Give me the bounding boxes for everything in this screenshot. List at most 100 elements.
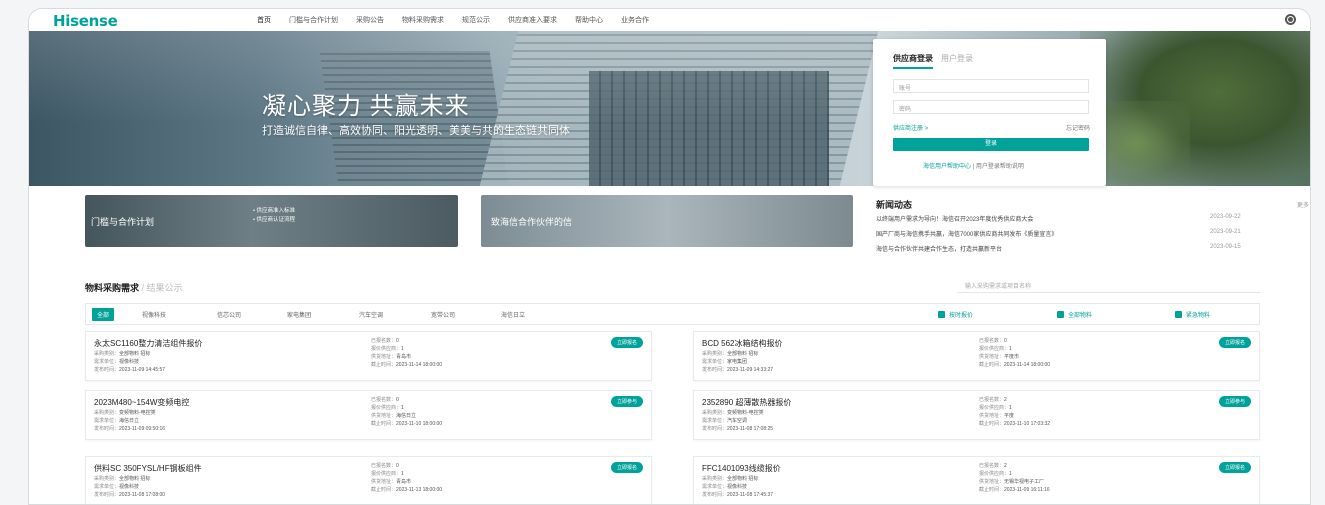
partner-letter-banner[interactable]: 致海信合作伙伴的信: [481, 195, 853, 247]
filter-appliance-group[interactable]: 家电集团: [287, 310, 311, 319]
nav-item-cooperation[interactable]: 业务合作: [621, 15, 649, 25]
meta-key: 截止时间：: [979, 421, 1005, 427]
meta-row: 采购类别：全部物料 招标: [94, 350, 165, 358]
news-item[interactable]: 海信与合作伙伴共建合作生态，打造共赢新平台: [876, 244, 1002, 253]
login-button[interactable]: 登录: [893, 138, 1089, 151]
nav-item-material-demand[interactable]: 物料采购需求: [402, 15, 444, 25]
card-action-button[interactable]: 立即报名: [1218, 462, 1251, 473]
meta-value: 无锡华视电子工厂: [1004, 479, 1045, 485]
card-meta-left: 采购类别：全部物料 招标 需求单位：视像科技 发布时间：2023-11-08 1…: [94, 475, 165, 499]
check-on-time-quote[interactable]: 按时报价: [938, 310, 973, 319]
meta-value: 0: [396, 397, 399, 403]
meta-value: 家电集团: [727, 359, 748, 365]
login-footer: 海信用户帮助中心 | 用户登录帮助说明: [923, 161, 1024, 170]
meta-row: 报价供应商：1: [979, 470, 1050, 478]
checkbox-icon: [1057, 311, 1064, 318]
procurement-title[interactable]: 物料采购需求: [85, 283, 139, 293]
meta-row: 报价供应商：1: [371, 404, 442, 412]
demand-card[interactable]: 永太SC1160整力清洁组件报价 立即报名 采购类别：全部物料 招标 需求单位：…: [85, 331, 652, 381]
meta-key: 报价供应商：: [979, 405, 1010, 411]
password-input[interactable]: 密码: [893, 100, 1089, 114]
demand-card[interactable]: FFC1401093线缆报价 立即报名 采购类别：全部物料 招标 需求单位：视像…: [693, 456, 1260, 504]
card-action-button[interactable]: 立即报名: [610, 337, 643, 348]
news-item[interactable]: 国产厂商与海信携手共赢，海信7000家供应商共同发布《质量宣言》: [876, 229, 1057, 238]
meta-value: 0: [396, 463, 399, 469]
filter-hitachi[interactable]: 海信日立: [501, 310, 525, 319]
card-title[interactable]: 永太SC1160整力清洁组件报价: [94, 338, 202, 349]
meta-row: 采购类别：变频物料-电控类: [702, 409, 773, 417]
meta-key: 已报名数：: [371, 463, 397, 469]
meta-value: 1: [401, 346, 404, 352]
forgot-password-link[interactable]: 忘记密码: [1066, 123, 1090, 132]
card-action-button[interactable]: 立即报名: [610, 462, 643, 473]
meta-row: 截止时间：2023-11-09 16:11:16: [979, 486, 1050, 494]
account-input[interactable]: 账号: [893, 79, 1089, 93]
card-title[interactable]: 2023M480~154W变频电控: [94, 397, 189, 408]
nav-item-announcements[interactable]: 采购公告: [356, 15, 384, 25]
meta-row: 需求单位：汽车空调: [702, 417, 773, 425]
card-title[interactable]: 供料SC 350FYSL/HF钢板组件: [94, 463, 202, 474]
card-meta-left: 采购类别：变频物料-电控类 需求单位：海信日立 发布时间：2023-11-09 …: [94, 409, 165, 433]
filter-xinxin[interactable]: 信芯公司: [217, 310, 241, 319]
demand-card[interactable]: 2023M480~154W变频电控 立即参与 采购类别：变频物料-电控类 需求单…: [85, 390, 652, 440]
checkbox-icon: [1175, 311, 1182, 318]
partnership-banner[interactable]: 门槛与合作计划 供应商准入标准 供应商认证流程: [85, 195, 458, 247]
search-input[interactable]: 输入采购需求或项目名称: [957, 277, 1260, 293]
demand-card[interactable]: 供料SC 350FYSL/HF钢板组件 立即报名 采购类别：全部物料 招标 需求…: [85, 456, 652, 504]
meta-value: 2023-11-08 17:08:25: [727, 426, 774, 432]
check-all-materials[interactable]: 全部物料: [1057, 310, 1092, 319]
card-action-button[interactable]: 立即报名: [1218, 337, 1251, 348]
meta-row: 供货地址：无锡华视电子工厂: [979, 478, 1050, 486]
card-meta-right: 已报名数：0 报价供应商：1 供货地址：青岛市 截止时间：2023-11-14 …: [371, 337, 442, 369]
list-item: 供应商准入标准: [253, 207, 295, 216]
meta-value: 视像科技: [727, 484, 748, 490]
help-center-link[interactable]: 海信用户帮助中心: [923, 164, 971, 170]
meta-key: 供货地址：: [979, 354, 1005, 360]
check-label: 全部物料: [1068, 313, 1093, 319]
tab-user-login[interactable]: 用户登录: [941, 53, 973, 69]
meta-value: 2023-11-09 09:50:16: [119, 426, 166, 432]
demand-card[interactable]: BCD 562冰箱结构报价 立即报名 采购类别：全部物料 招标 需求单位：家电集…: [693, 331, 1260, 381]
meta-value: 2023-11-14 18:00:00: [396, 362, 443, 368]
meta-value: 2023-11-09 14:33:27: [727, 367, 774, 373]
card-title[interactable]: 2352890 超薄散热器报价: [702, 397, 791, 408]
meta-value: 青岛市: [396, 479, 412, 485]
card-meta-right: 已报名数：2 报价供应商：1 供货地址：无锡华视电子工厂 截止时间：2023-1…: [979, 462, 1050, 494]
news-item[interactable]: 以终端用户需求为导向！海信召开2023年度优秀供应商大会: [876, 214, 1033, 223]
nav-item-supplier-requirements[interactable]: 供应商准入要求: [508, 15, 557, 25]
supplier-register-link[interactable]: 供应商注册 >: [893, 123, 928, 132]
news-date: 2023-09-22: [1210, 214, 1241, 220]
card-title[interactable]: FFC1401093线缆报价: [702, 463, 781, 474]
meta-row: 截止时间：2023-11-10 17:03:32: [979, 420, 1050, 428]
meta-key: 已报名数：: [979, 338, 1005, 344]
demand-card[interactable]: 2352890 超薄散热器报价 立即参与 采购类别：变频物料-电控类 需求单位：…: [693, 390, 1260, 440]
meta-key: 发布时间：: [702, 492, 728, 498]
meta-value: 全部物料 招标: [119, 351, 151, 357]
card-action-button[interactable]: 立即参与: [610, 396, 643, 407]
nav-item-help[interactable]: 帮助中心: [575, 15, 603, 25]
meta-value: 青岛市: [396, 354, 412, 360]
nav-item-home[interactable]: 首页: [257, 15, 271, 25]
card-meta-left: 采购类别：全部物料 招标 需求单位：视像科技 发布时间：2023-11-08 1…: [702, 475, 773, 499]
brand-logo[interactable]: Hisense: [53, 12, 118, 30]
login-help-link[interactable]: 用户登录帮助说明: [976, 164, 1024, 170]
meta-row: 供货地址：平度: [979, 412, 1050, 420]
globe-icon[interactable]: [1285, 14, 1296, 25]
filter-broadband[interactable]: 宽带公司: [431, 310, 455, 319]
nav-item-partnership[interactable]: 门槛与合作计划: [289, 15, 338, 25]
filter-auto-ac[interactable]: 汽车空调: [359, 310, 383, 319]
tab-supplier-login[interactable]: 供应商登录: [893, 53, 933, 69]
hero-title: 凝心聚力 共赢未来: [262, 93, 470, 120]
card-action-button[interactable]: 立即参与: [1218, 396, 1251, 407]
meta-row: 已报名数：0: [979, 337, 1050, 345]
check-urgent-materials[interactable]: 紧急物料: [1175, 310, 1210, 319]
news-more-link[interactable]: 更多: [1297, 200, 1309, 209]
meta-value: 2023-11-10 18:00:00: [396, 421, 443, 427]
filter-all[interactable]: 全部: [92, 308, 115, 321]
results-tab[interactable]: 结果公示: [147, 283, 183, 293]
meta-row: 采购类别：全部物料 招标: [94, 475, 165, 483]
card-title[interactable]: BCD 562冰箱结构报价: [702, 338, 782, 349]
nav-item-disclosure[interactable]: 规范公示: [462, 15, 490, 25]
meta-key: 采购类别：: [702, 476, 728, 482]
filter-visual-tech[interactable]: 视像科技: [142, 310, 166, 319]
